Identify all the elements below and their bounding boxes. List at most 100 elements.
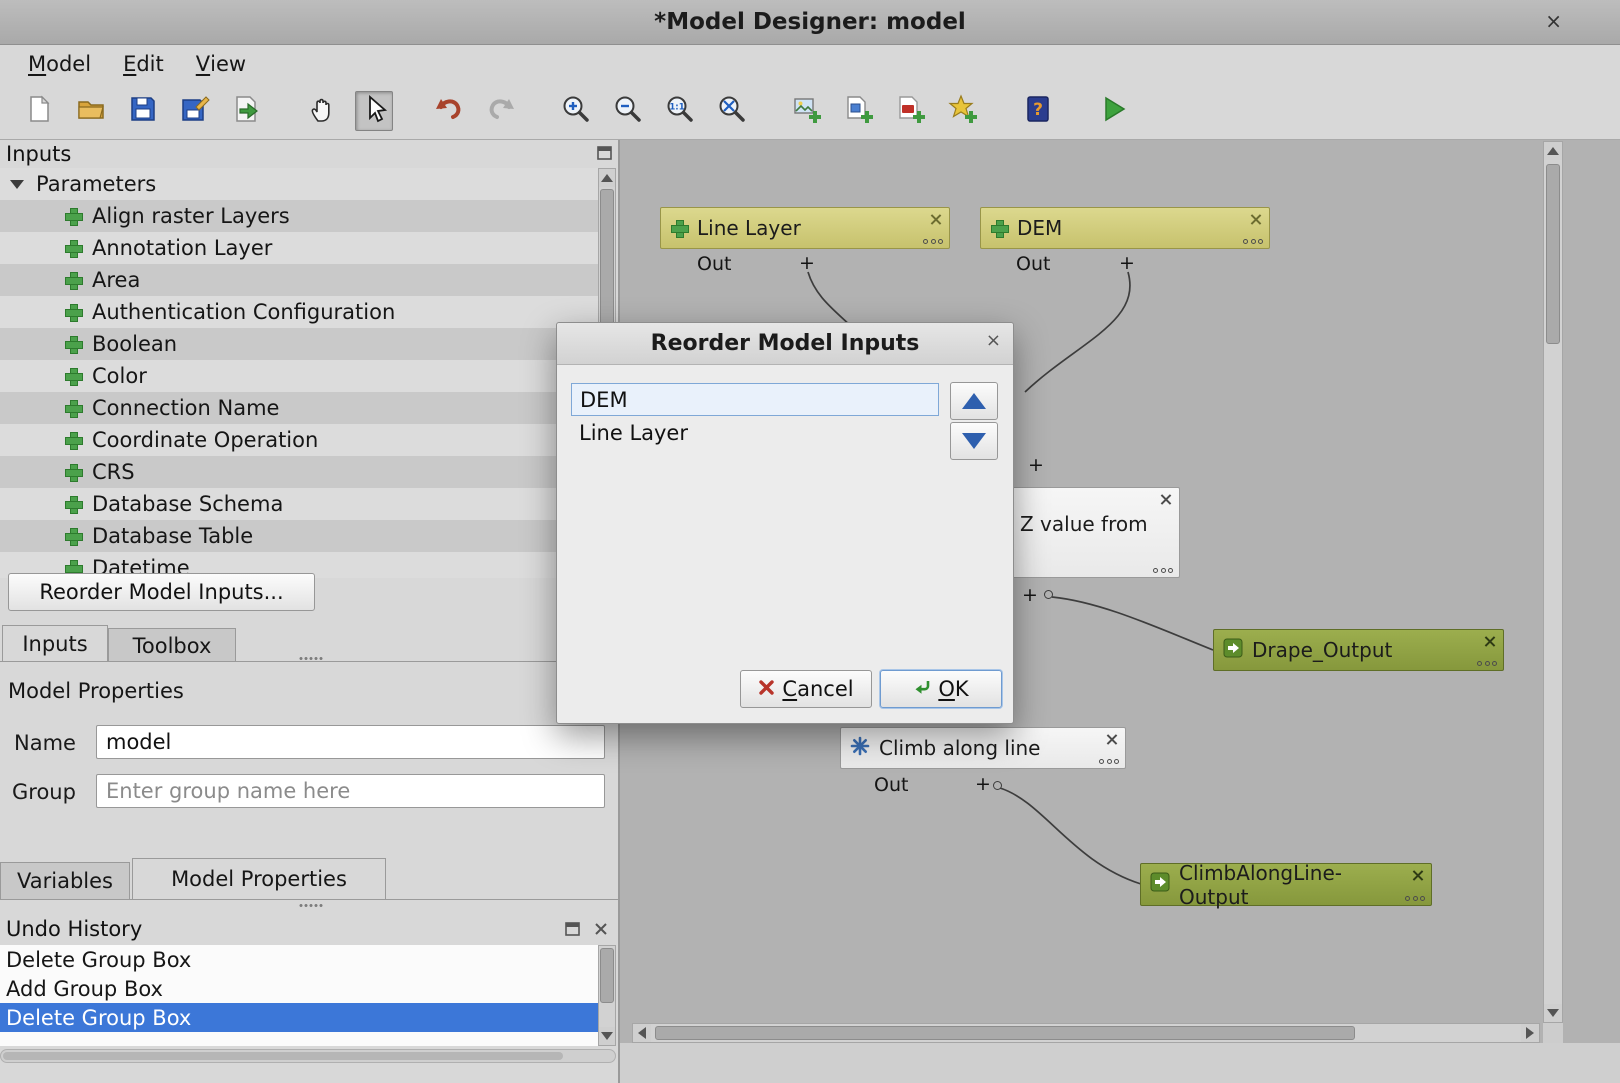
export-image-button[interactable] xyxy=(788,91,826,131)
undo-hscrollbar[interactable] xyxy=(0,1049,616,1063)
comment-dots-icon[interactable] xyxy=(1153,568,1173,573)
node-remove-icon[interactable] xyxy=(1411,869,1424,882)
output-socket[interactable] xyxy=(993,781,1002,790)
scrollbar-thumb[interactable] xyxy=(3,1052,563,1060)
save-model-as-button[interactable] xyxy=(176,91,214,131)
undo-item[interactable]: Add Group Box xyxy=(0,974,598,1003)
export-pdf-button[interactable] xyxy=(892,91,930,131)
new-file-icon xyxy=(24,94,54,128)
export-svg-button[interactable] xyxy=(840,91,878,131)
socket-plus[interactable]: + xyxy=(975,773,991,795)
open-model-button[interactable] xyxy=(72,91,110,131)
pan-tool-button[interactable] xyxy=(303,91,341,131)
zoom-out-button[interactable] xyxy=(609,91,647,131)
reorder-model-inputs-button[interactable]: Reorder Model Inputs... xyxy=(8,573,315,611)
reorder-list-item-selected[interactable]: DEM xyxy=(571,383,939,416)
scroll-right-arrow[interactable] xyxy=(1521,1024,1539,1042)
edit-help-button[interactable]: ? xyxy=(1019,91,1057,131)
node-remove-icon[interactable] xyxy=(1159,493,1172,506)
dialog-titlebar[interactable]: Reorder Model Inputs × xyxy=(557,323,1013,365)
splitter-grip[interactable] xyxy=(298,656,324,661)
comment-dots-icon[interactable] xyxy=(1477,661,1497,666)
tab-inputs[interactable]: Inputs xyxy=(2,625,108,662)
undo-scrollbar[interactable] xyxy=(598,945,616,1046)
name-input[interactable] xyxy=(96,725,605,759)
socket-plus[interactable]: + xyxy=(1028,454,1044,476)
canvas-vertical-scrollbar[interactable] xyxy=(1543,141,1563,1023)
comment-dots-icon[interactable] xyxy=(1099,759,1119,764)
scrollbar-thumb[interactable] xyxy=(1546,164,1560,344)
tree-item[interactable]: Annotation Layer xyxy=(0,232,598,264)
tab-model-properties[interactable]: Model Properties xyxy=(132,858,386,899)
redo-button[interactable] xyxy=(482,91,520,131)
dialog-close-button[interactable]: × xyxy=(986,330,1001,351)
tree-item[interactable]: Database Schema xyxy=(0,488,598,520)
ok-button[interactable]: OK xyxy=(880,670,1002,708)
menu-model[interactable]: Model xyxy=(14,45,105,83)
output-socket[interactable] xyxy=(1044,590,1053,599)
tree-group-parameters[interactable]: Parameters xyxy=(0,168,598,200)
down-triangle-icon xyxy=(962,433,986,449)
tree-item[interactable]: Color xyxy=(0,360,598,392)
scroll-down-arrow[interactable] xyxy=(599,1027,615,1045)
tree-item[interactable]: Connection Name xyxy=(0,392,598,424)
undo-button[interactable] xyxy=(430,91,468,131)
scroll-up-arrow[interactable] xyxy=(599,169,615,187)
node-remove-icon[interactable] xyxy=(1483,635,1496,648)
window-close-button[interactable]: × xyxy=(1545,9,1562,33)
float-panel-icon[interactable] xyxy=(565,921,580,940)
tab-variables[interactable]: Variables xyxy=(0,862,130,899)
menu-edit[interactable]: Edit xyxy=(109,45,178,83)
select-tool-button[interactable] xyxy=(355,91,393,131)
window-titlebar[interactable]: *Model Designer: model × xyxy=(0,0,1620,45)
move-up-button[interactable] xyxy=(950,382,998,420)
socket-plus[interactable]: + xyxy=(799,252,815,274)
close-panel-icon[interactable] xyxy=(594,921,608,940)
export-model-button[interactable] xyxy=(228,91,266,131)
comment-dots-icon[interactable] xyxy=(1243,239,1263,244)
node-line-layer[interactable]: Line Layer xyxy=(660,207,950,249)
new-model-button[interactable] xyxy=(20,91,58,131)
node-remove-icon[interactable] xyxy=(1105,733,1118,746)
run-model-button[interactable] xyxy=(1094,91,1132,131)
splitter-grip[interactable] xyxy=(298,903,324,908)
scroll-down-arrow[interactable] xyxy=(1544,1004,1562,1022)
comment-dots-icon[interactable] xyxy=(923,239,943,244)
node-remove-icon[interactable] xyxy=(1249,213,1262,226)
scroll-up-arrow[interactable] xyxy=(1544,142,1562,160)
menu-view[interactable]: View xyxy=(182,45,260,83)
undo-item[interactable]: Delete Group Box xyxy=(0,945,598,974)
move-down-button[interactable] xyxy=(950,422,998,460)
tree-item[interactable]: Authentication Configuration xyxy=(0,296,598,328)
socket-plus[interactable]: + xyxy=(1119,252,1135,274)
undo-item-selected[interactable]: Delete Group Box xyxy=(0,1003,598,1032)
tree-item[interactable]: Align raster Layers xyxy=(0,200,598,232)
export-script-button[interactable] xyxy=(944,91,982,131)
group-input[interactable] xyxy=(96,774,605,808)
save-model-button[interactable] xyxy=(124,91,162,131)
node-dem[interactable]: DEM xyxy=(980,207,1270,249)
tree-item[interactable]: CRS xyxy=(0,456,598,488)
node-drape-output[interactable]: Drape_Output xyxy=(1213,629,1504,671)
tree-item[interactable]: Boolean xyxy=(0,328,598,360)
scrollbar-thumb[interactable] xyxy=(600,948,614,1003)
node-remove-icon[interactable] xyxy=(929,213,942,226)
canvas-horizontal-scrollbar[interactable] xyxy=(632,1023,1540,1043)
dialog-title: Reorder Model Inputs xyxy=(651,331,920,356)
node-climb-along-line[interactable]: Climb along line xyxy=(840,727,1126,769)
cancel-button[interactable]: Cancel xyxy=(740,670,872,708)
comment-dots-icon[interactable] xyxy=(1405,896,1425,901)
scroll-left-arrow[interactable] xyxy=(633,1024,651,1042)
zoom-actual-button[interactable]: 1:1 xyxy=(661,91,699,131)
tree-item[interactable]: Area xyxy=(0,264,598,296)
tree-item[interactable]: Coordinate Operation xyxy=(0,424,598,456)
node-climbalongline-output[interactable]: ClimbAlongLine-Output xyxy=(1140,863,1432,906)
scrollbar-thumb[interactable] xyxy=(655,1026,1355,1040)
socket-plus[interactable]: + xyxy=(1022,584,1038,606)
tree-item[interactable]: Database Table xyxy=(0,520,598,552)
float-panel-icon[interactable] xyxy=(597,145,612,164)
zoom-full-button[interactable] xyxy=(713,91,751,131)
tab-toolbox[interactable]: Toolbox xyxy=(108,628,236,662)
reorder-list-item[interactable]: Line Layer xyxy=(571,416,939,449)
zoom-in-button[interactable] xyxy=(557,91,595,131)
